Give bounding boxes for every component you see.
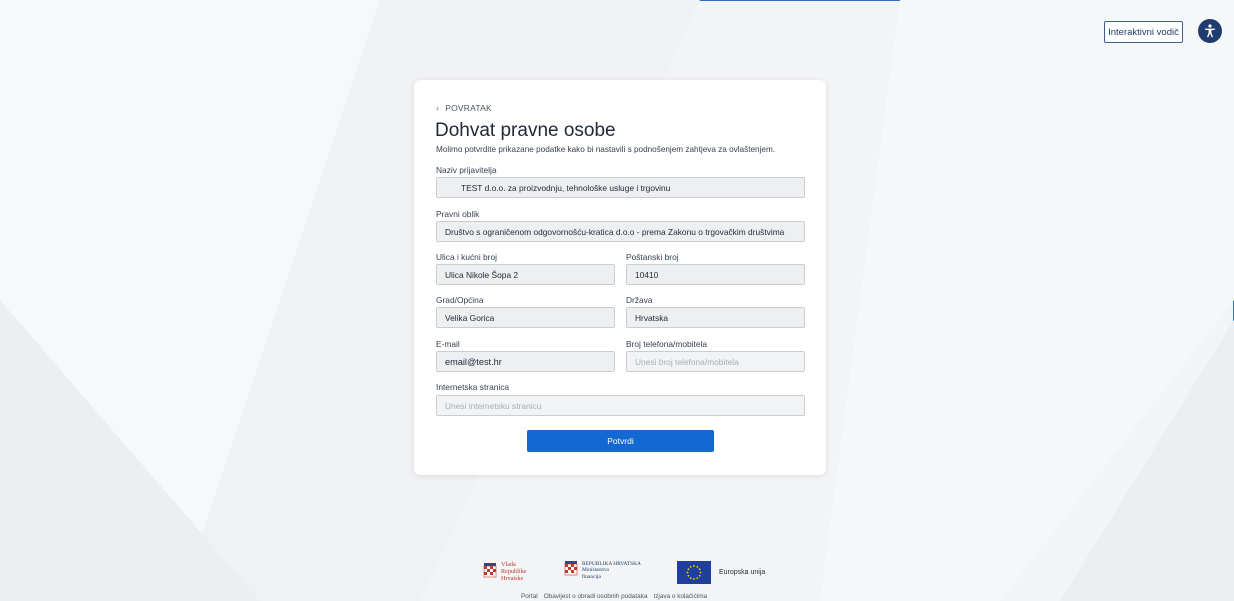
- postal-code-field[interactable]: 10410: [626, 264, 805, 285]
- phone-label: Broj telefona/mobitela: [626, 339, 708, 349]
- interactive-guide-button[interactable]: Interaktivni vodič: [1104, 21, 1183, 43]
- city-field[interactable]: Velika Gorica: [436, 307, 615, 328]
- vlada-line-2: Republike: [501, 568, 527, 575]
- footer-link-cookies[interactable]: Izjava o kolačićima: [653, 593, 707, 600]
- footer-link-portal[interactable]: Portal: [521, 593, 538, 600]
- chevron-left-icon: ‹: [436, 103, 440, 113]
- legal-form-label: Pravni oblik: [436, 209, 480, 219]
- applicant-name-field[interactable]: TEST d.o.o. za proizvodnju, tehnološke u…: [436, 177, 805, 198]
- applicant-name-label: Naziv prijavitelja: [436, 165, 497, 175]
- eu-label: Europska unija: [719, 569, 766, 576]
- footer-links: Portal Obavijest o obradi osobnih podata…: [521, 593, 707, 600]
- back-label: POVRATAK: [445, 103, 492, 113]
- vlada-logo: Vlada Republike Hrvatske: [483, 561, 526, 582]
- footer-logos: Vlada Republike Hrvatske REPUBLIKA HRVAT…: [0, 560, 1234, 588]
- country-field[interactable]: Hrvatska: [626, 307, 805, 328]
- ministry-logo: REPUBLIKA HRVATSKA Ministarstvo financij…: [564, 561, 641, 580]
- country-label: Država: [626, 295, 653, 305]
- legal-entity-form-card: ‹ POVRATAK Dohvat pravne osobe Molimo po…: [414, 80, 826, 475]
- street-field[interactable]: Ulica Nikole Šopa 2: [436, 264, 615, 285]
- vlada-line-1: Vlada: [501, 561, 516, 568]
- page-title: Dohvat pravne osobe: [435, 120, 616, 141]
- legal-form-field[interactable]: Društvo s ograničenom odgovornošću-krati…: [436, 221, 805, 242]
- phone-input[interactable]: Unesi broj telefona/mobitela: [626, 351, 805, 372]
- email-field[interactable]: email@test.hr: [436, 351, 615, 372]
- footer-link-privacy[interactable]: Obavijest o obradi osobnih podataka: [544, 593, 648, 600]
- accessibility-icon: [1205, 24, 1215, 38]
- croatian-crest-icon: [483, 562, 497, 577]
- street-label: Ulica i kućni broj: [436, 252, 497, 262]
- back-link[interactable]: ‹ POVRATAK: [436, 103, 492, 113]
- postal-code-label: Poštanski broj: [626, 252, 679, 262]
- website-label: Internetska stranica: [436, 382, 510, 392]
- eu-logo: Europska unija: [677, 561, 765, 584]
- email-label: E-mail: [436, 339, 460, 349]
- vlada-line-3: Hrvatske: [501, 575, 524, 582]
- croatian-crest-icon: [564, 561, 578, 576]
- accessibility-button[interactable]: [1198, 19, 1222, 43]
- website-input[interactable]: Unesi internetsku stranicu: [436, 395, 805, 416]
- confirm-button[interactable]: Potvrdi: [527, 430, 714, 452]
- ministry-line-3: financija: [582, 573, 601, 580]
- eu-flag-icon: [677, 561, 711, 584]
- page-subtitle: Molimo potvrdite prikazane podatke kako …: [436, 145, 776, 154]
- city-label: Grad/Općina: [436, 295, 484, 305]
